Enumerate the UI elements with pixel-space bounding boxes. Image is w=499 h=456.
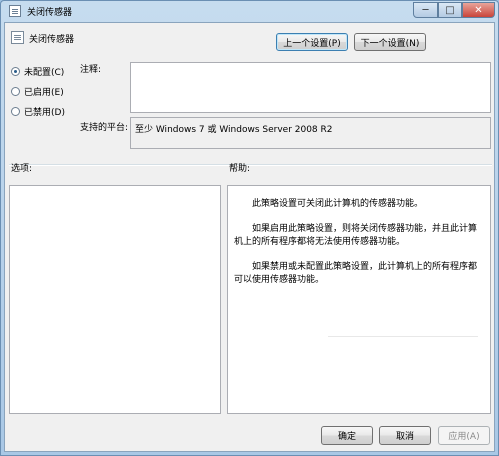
apply-button[interactable]: 应用(A) — [438, 426, 490, 445]
radio-not-configured[interactable]: 未配置(C) — [11, 65, 64, 78]
comment-textarea[interactable] — [130, 62, 491, 113]
platform-label: 支持的平台: — [80, 123, 129, 133]
platform-value: 至少 Windows 7 或 Windows Server 2008 R2 — [135, 125, 333, 135]
radio-indicator — [11, 67, 20, 76]
radio-enabled[interactable]: 已启用(E) — [11, 85, 64, 98]
divider-line — [328, 336, 478, 337]
help-text: 此策略设置可关闭此计算机的传感器功能。 如果启用此策略设置，则将关闭传感器功能，… — [234, 198, 482, 299]
setting-icon — [11, 31, 24, 44]
options-label: 选项: — [11, 164, 33, 174]
window-title: 关闭传感器 — [27, 8, 73, 18]
close-button[interactable]: ✕ — [462, 2, 495, 18]
help-paragraph: 如果启用此策略设置，则将关闭传感器功能，并且此计算机上的所有程序都将无法使用传感… — [234, 224, 478, 247]
options-panel[interactable] — [9, 185, 221, 414]
cancel-button[interactable]: 取消 — [379, 426, 431, 445]
help-label: 帮助: — [229, 164, 251, 174]
maximize-button[interactable]: □ — [438, 2, 462, 18]
radio-label: 未配置(C) — [24, 68, 65, 78]
radio-disabled[interactable]: 已禁用(D) — [11, 105, 65, 118]
next-setting-button[interactable]: 下一个设置(N) — [354, 33, 426, 51]
comment-label: 注释: — [80, 65, 102, 75]
help-panel[interactable]: 此策略设置可关闭此计算机的传感器功能。 如果启用此策略设置，则将关闭传感器功能，… — [227, 185, 491, 414]
ok-button[interactable]: 确定 — [321, 426, 373, 445]
help-paragraph: 此策略设置可关闭此计算机的传感器功能。 — [252, 199, 424, 209]
setting-title: 关闭传感器 — [29, 35, 75, 45]
platform-field: 至少 Windows 7 或 Windows Server 2008 R2 — [130, 117, 491, 149]
help-paragraph: 如果禁用或未配置此策略设置，此计算机上的所有程序都可以使用传感器功能。 — [234, 262, 478, 285]
radio-label: 已启用(E) — [24, 88, 64, 98]
radio-label: 已禁用(D) — [24, 108, 65, 118]
policy-icon — [9, 5, 21, 17]
dialog-client: 关闭传感器 上一个设置(P) 下一个设置(N) 未配置(C) 已启用(E) 已禁… — [4, 22, 495, 452]
radio-indicator — [11, 107, 20, 116]
prev-setting-button[interactable]: 上一个设置(P) — [276, 33, 348, 51]
dialog-window: 关闭传感器 ─ □ ✕ 关闭传感器 上一个设置(P) 下一个设置(N) 未配置(… — [0, 0, 499, 456]
radio-indicator — [11, 87, 20, 96]
separator — [9, 164, 492, 166]
title-bar[interactable]: 关闭传感器 ─ □ ✕ — [1, 1, 498, 21]
minimize-button[interactable]: ─ — [413, 2, 438, 18]
